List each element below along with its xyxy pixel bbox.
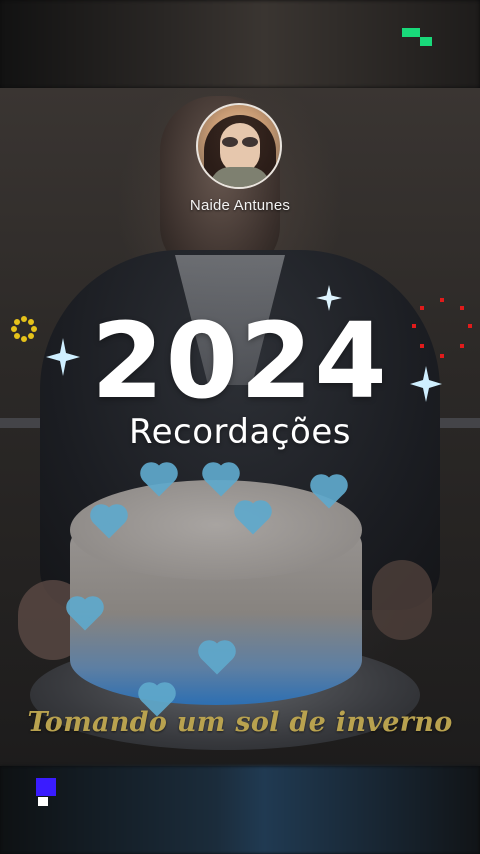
photo-caption: Tomando um sol de inverno — [27, 707, 453, 738]
profile-avatar[interactable] — [196, 103, 282, 189]
avatar-clothing — [210, 167, 270, 187]
green-pixel-logo-icon — [402, 28, 432, 46]
right-hand — [372, 560, 432, 640]
avatar-face — [220, 123, 260, 173]
memories-subtitle: Recordações — [129, 412, 351, 452]
profile-name[interactable]: Naide Antunes — [0, 197, 480, 214]
story-frame: Naide Antunes 2024 Recordações Tomando u… — [0, 0, 480, 854]
year-title: 2024 — [91, 300, 389, 422]
avatar-sunglasses — [220, 137, 260, 147]
bottom-blurred-strip — [0, 766, 480, 854]
blue-pixel-logo-icon — [36, 778, 56, 806]
